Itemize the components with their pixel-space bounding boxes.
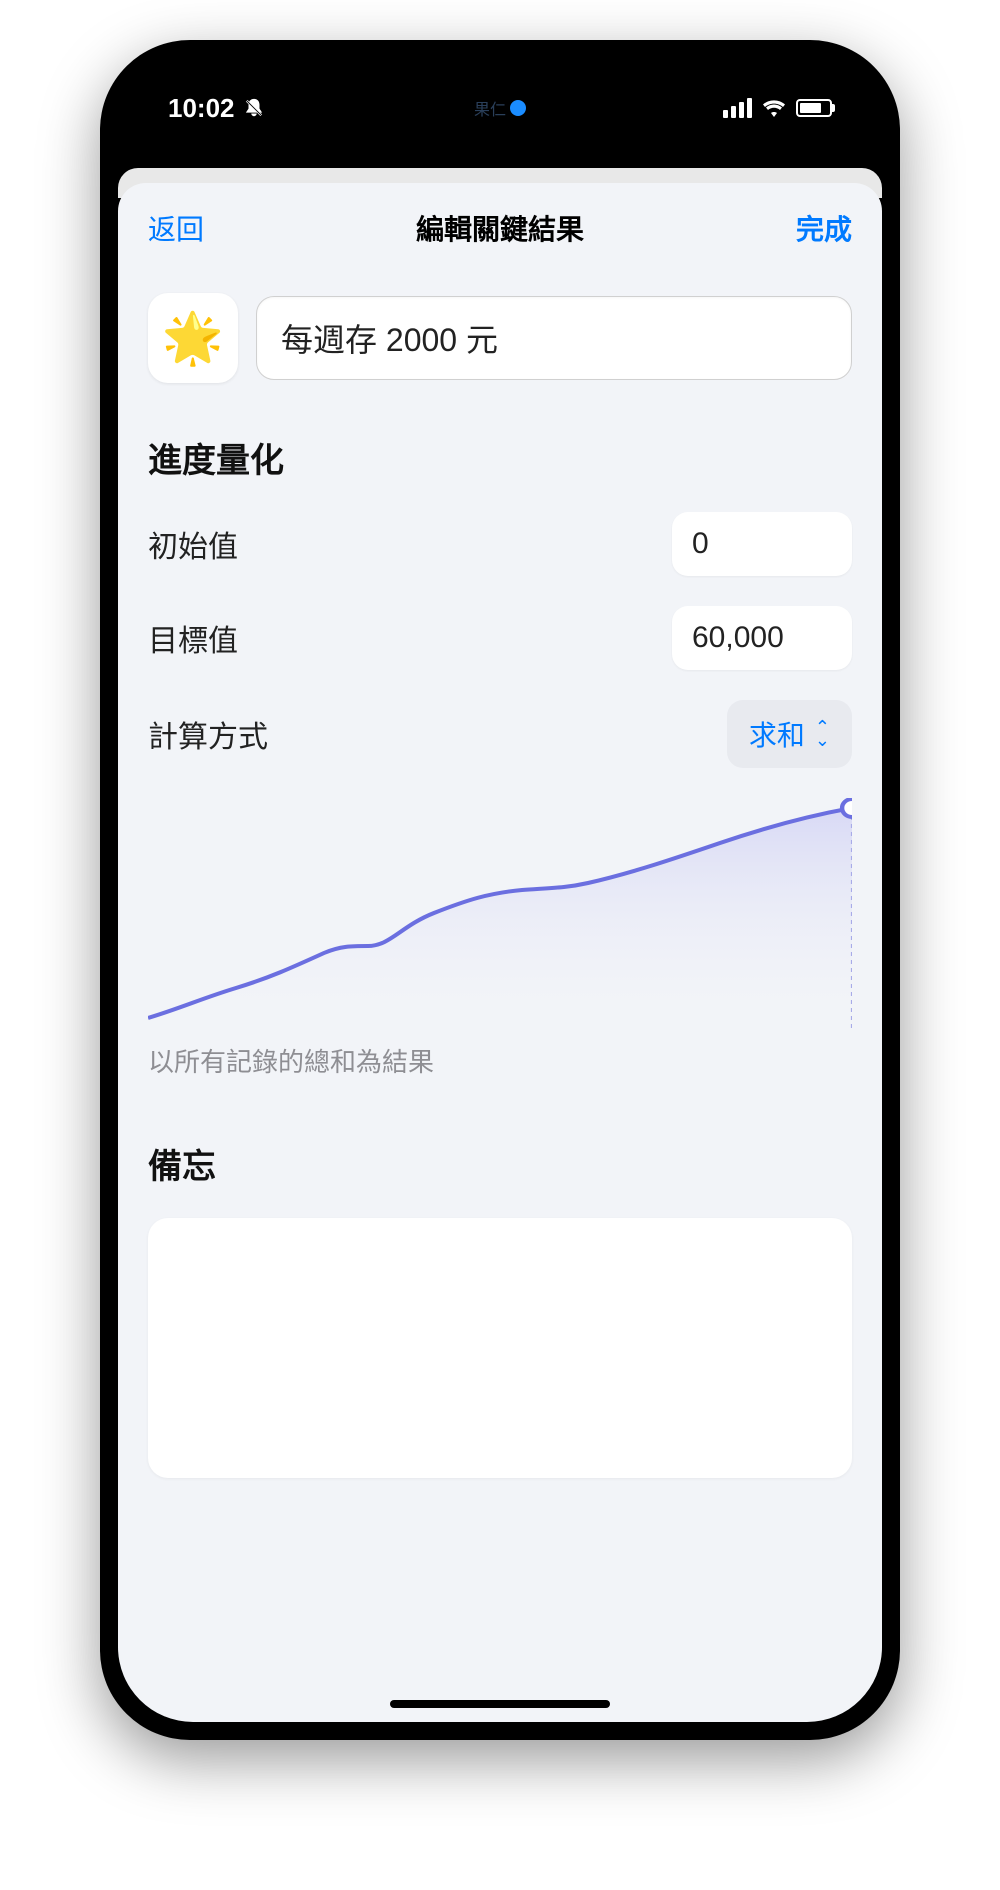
star-icon: 🌟: [162, 309, 224, 368]
calc-method-value: 求和: [749, 714, 805, 754]
page-title: 編輯關鍵結果: [416, 208, 584, 248]
calc-method-dropdown[interactable]: 求和 ⌃⌄: [727, 700, 852, 768]
home-indicator[interactable]: [390, 1700, 610, 1708]
chart-endpoint-marker: [842, 799, 852, 817]
chart-area-fill: [148, 808, 852, 1028]
chart-caption: 以所有記錄的總和為結果: [148, 1042, 852, 1079]
target-value-row: 目標值: [148, 606, 852, 670]
initial-value-row: 初始值: [148, 512, 852, 576]
notes-section-title: 備忘: [148, 1139, 852, 1188]
island-text: 果仁: [474, 96, 506, 120]
wifi-icon: [762, 99, 786, 117]
nav-bar: 返回 編輯關鍵結果 完成: [118, 183, 882, 273]
initial-value-input[interactable]: [672, 512, 852, 576]
title-row: 🌟: [148, 293, 852, 383]
calc-method-row: 計算方式 求和 ⌃⌄: [148, 700, 852, 768]
phone-screen: 果仁 10:02: [118, 58, 882, 1722]
battery-fill: [800, 103, 821, 113]
progress-section-title: 進度量化: [148, 433, 852, 482]
progress-chart: [148, 798, 852, 1028]
done-button[interactable]: 完成: [796, 208, 852, 248]
chevron-updown-icon: ⌃⌄: [815, 721, 830, 746]
key-result-title-input[interactable]: [256, 296, 852, 380]
initial-value-label: 初始值: [148, 522, 238, 566]
dynamic-island: 果仁: [395, 83, 605, 133]
status-right: [723, 98, 832, 118]
calc-method-label: 計算方式: [148, 712, 268, 756]
key-result-icon-picker[interactable]: 🌟: [148, 293, 238, 383]
island-indicator-dot: [510, 100, 526, 116]
content-area: 🌟 進度量化 初始值 目標值 計算方式 求和: [118, 273, 882, 1722]
bell-mute-icon: [243, 97, 265, 119]
target-value-input[interactable]: [672, 606, 852, 670]
back-button[interactable]: 返回: [148, 208, 204, 248]
notes-textarea[interactable]: [148, 1218, 852, 1478]
status-left: 10:02: [168, 93, 265, 124]
target-value-label: 目標值: [148, 616, 238, 660]
battery-icon: [796, 99, 832, 117]
status-time: 10:02: [168, 93, 235, 124]
signal-icon: [723, 98, 752, 118]
phone-frame: 果仁 10:02: [100, 40, 900, 1740]
modal-sheet: 返回 編輯關鍵結果 完成 🌟 進度量化 初始值 目標值: [118, 183, 882, 1722]
